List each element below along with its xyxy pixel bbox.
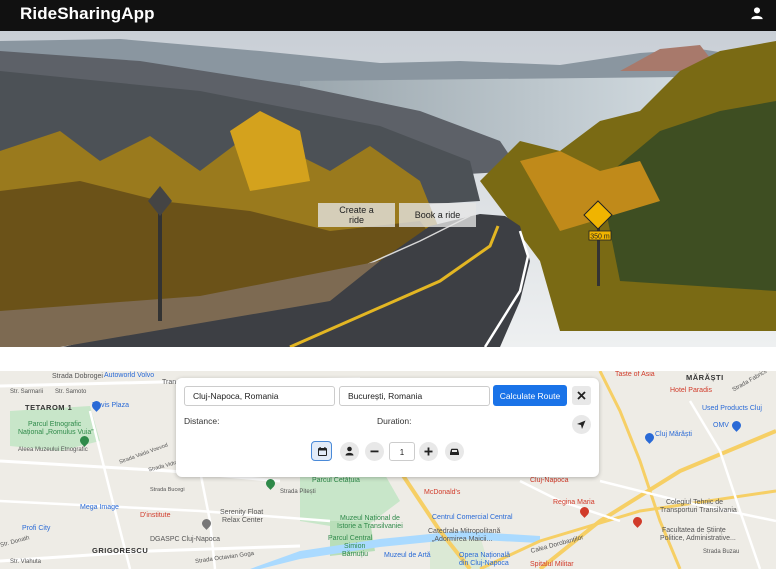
map-label: Hotel Paradis [670,387,713,394]
car-icon [450,448,459,455]
map-label: McDonald's [424,489,461,496]
create-ride-button[interactable]: Create a ride [318,203,395,227]
map-label: Str. Samoto [55,389,87,395]
map-label: Strada Pitești [280,489,316,495]
map-label: D'institute [140,512,171,519]
calendar-icon [318,447,327,456]
seats-quantity-field[interactable]: 1 [389,442,415,461]
map-label: TETAROM 1 [25,403,73,412]
map-label: din Cluj-Napoca [459,560,509,567]
map-label: Parcul Etnografic [28,421,82,428]
map-label: Opera Națională [459,552,510,559]
navigate-button[interactable] [572,415,591,434]
map-label: GRIGORESCU [92,546,149,555]
plus-icon [424,447,433,456]
user-icon[interactable] [750,6,764,20]
map-label: Serenity Float [220,509,264,516]
map-label: Aleea Muzeului Etnografic [18,447,88,453]
map-label: Parcul Cetățuia [312,477,360,484]
map-label: Strada Buzau [703,549,740,555]
close-icon [577,391,586,400]
decrease-button[interactable] [365,442,384,461]
map-label: Profi City [22,525,51,532]
map-label: Spitalul Militar [530,561,574,568]
map-label: Cluj Mărăști [655,431,692,438]
increase-button[interactable] [419,442,438,461]
duration-label: Duration: [377,416,412,426]
navigation-arrow-icon [577,420,586,429]
map-label: Relax Center [222,517,263,524]
passenger-button[interactable] [340,442,359,461]
map-label: Autoworld Volvo [104,372,155,379]
map-label: Strada Dobrogei [52,373,103,380]
origin-input[interactable] [184,386,335,406]
person-icon [345,446,354,456]
calculate-route-button[interactable]: Calculate Route [493,385,567,406]
map-label: Facultatea de Științe [662,527,726,534]
map-label: Politice, Administrative... [660,535,736,542]
car-button[interactable] [445,442,464,461]
map-label: Muzeul Național de [340,515,400,522]
brand-title[interactable]: RideSharingApp [20,4,155,24]
route-panel: Calculate Route Distance: Duration: 1 [176,378,599,477]
hero-banner: 350 m Create a ride Book a ride [0,31,776,347]
date-picker-button[interactable] [311,441,332,461]
map-label: Bărnuțiu [342,551,369,558]
map-label: Catedrala Mitropolitană [428,528,501,535]
map-label: Parcul Central [328,535,373,542]
minus-icon [370,450,379,453]
map-label: Muzeul de Artă [384,552,431,559]
map-label: MĂRĂȘTI [686,373,724,382]
map-label: Mega Image [80,504,119,511]
map-label: Simion [344,543,366,550]
map-label: Istorie a Transilvaniei [337,523,403,530]
destination-input[interactable] [339,386,490,406]
distance-label: Distance: [184,416,220,426]
map-label: Centrul Comercial Central [432,514,513,521]
map-label: DGASPC Cluj-Napoca [150,536,221,543]
map-label: Str. Sarmarii [10,389,44,395]
map-label: Cluj-Napoca [530,477,569,484]
close-button[interactable] [572,386,591,405]
hero-landscape-image: 350 m [0,31,776,347]
book-ride-button[interactable]: Book a ride [399,203,476,227]
speed-sign-text: 350 m [590,234,610,241]
map-label: Transporturi Transilvania [660,507,737,514]
map-label: Colegiul Tehnic de [666,499,724,506]
map-label: Regina Maria [553,499,595,506]
map-label: OMV [713,422,729,429]
map-label: Str. Vlahuta [10,559,42,565]
map-label: Strada Bucegi [150,487,185,493]
map-label: Tran [162,379,177,386]
map-label: Taste of Asia [615,371,655,378]
navbar: RideSharingApp [0,0,776,31]
map-label: „Adormirea Maicii... [432,536,493,543]
map-label: Used Products Cluj [702,405,762,412]
